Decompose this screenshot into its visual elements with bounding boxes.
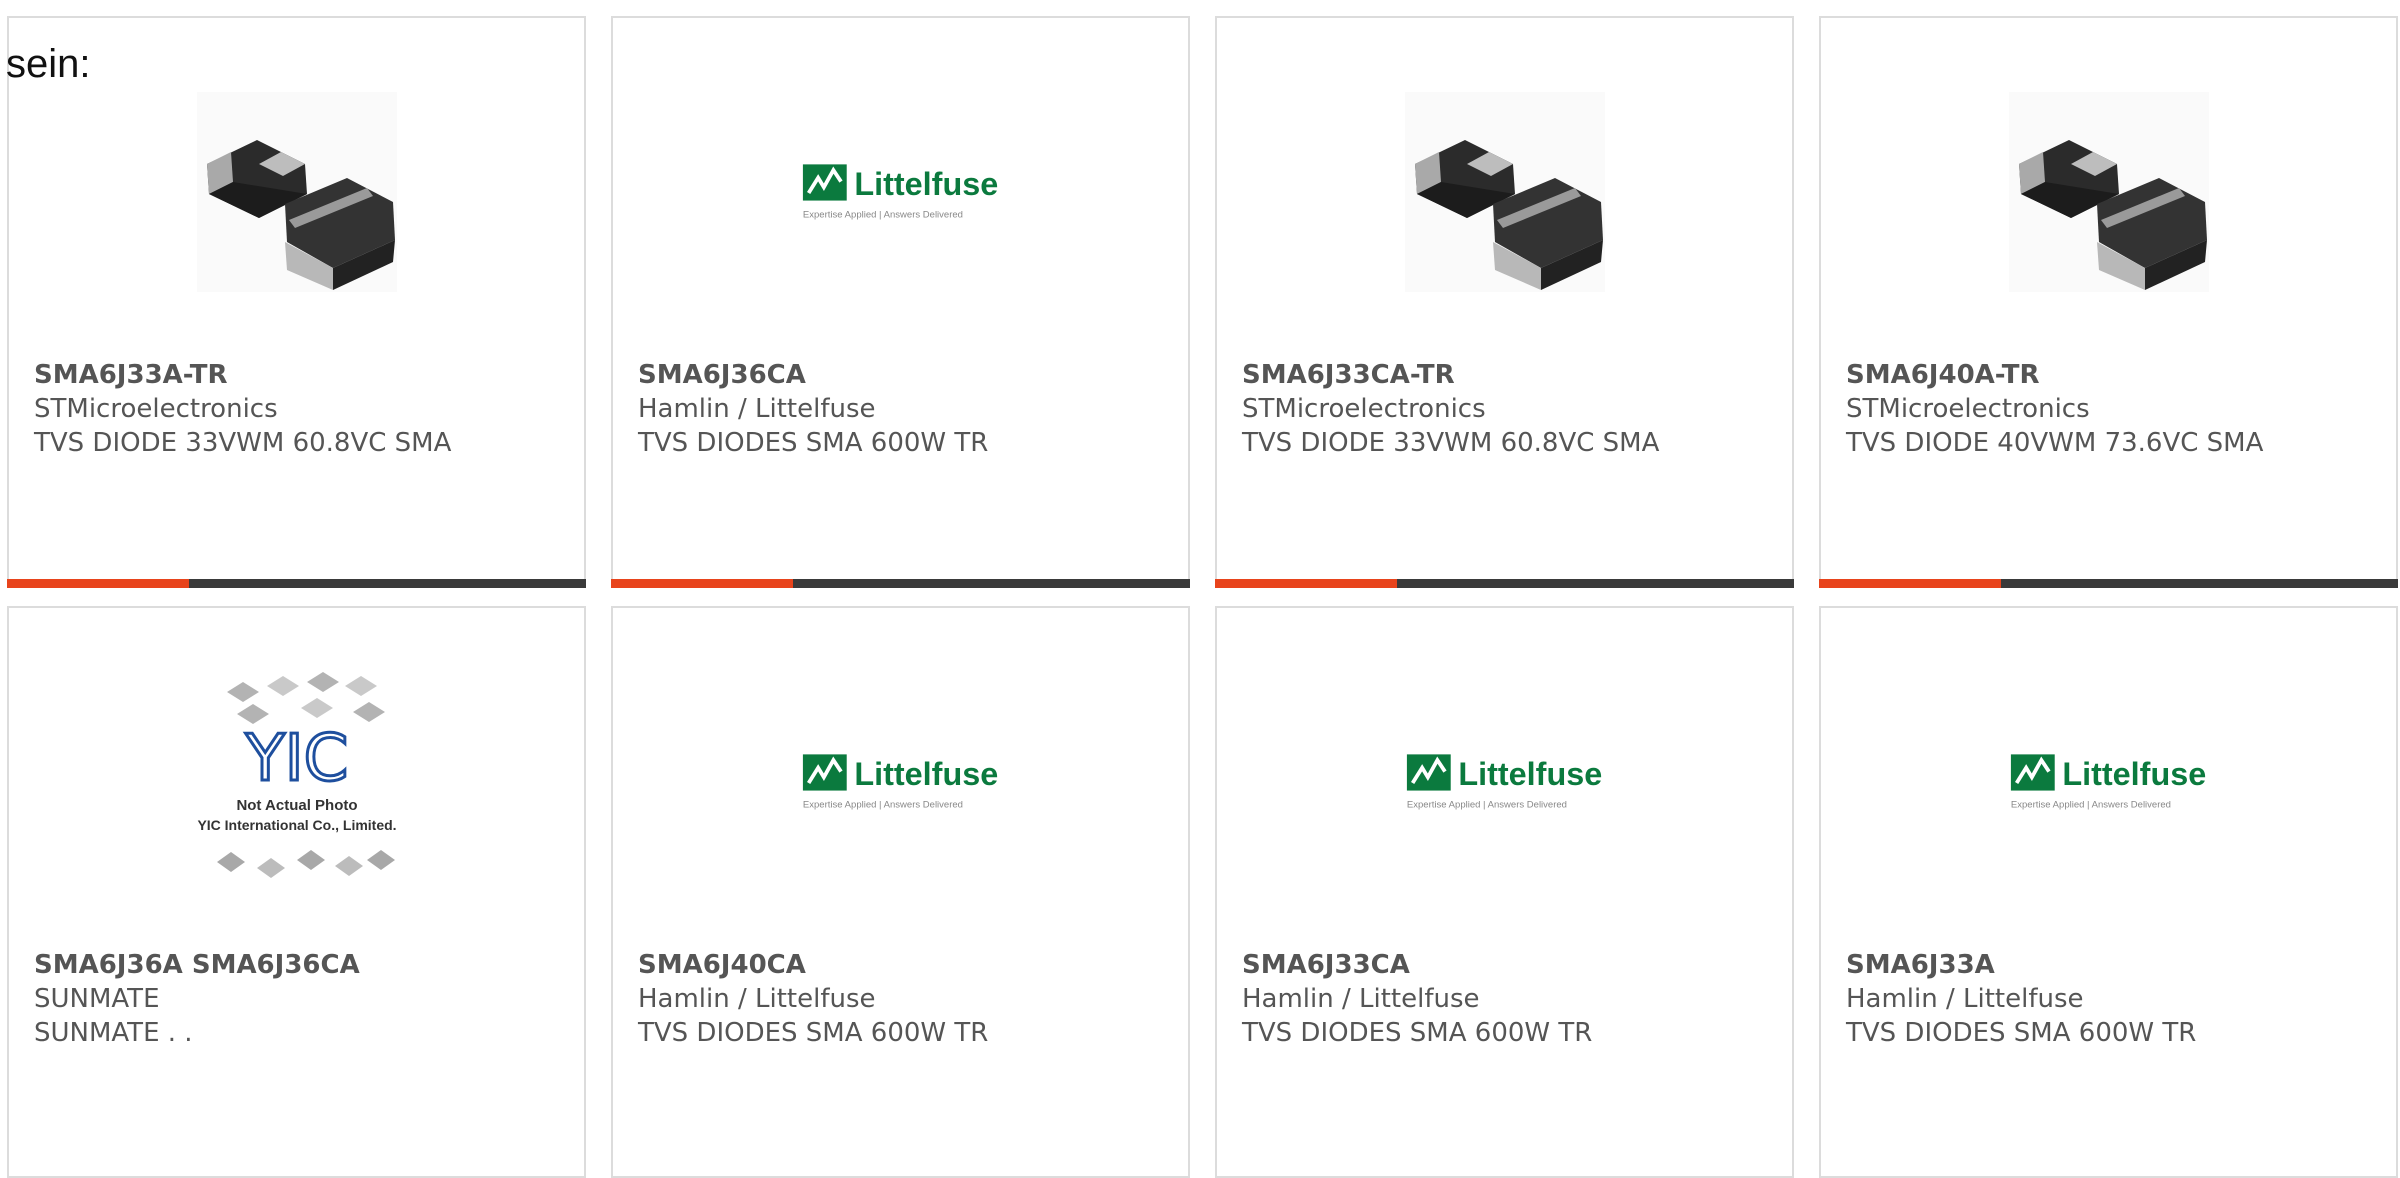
diode-photo-icon [2008, 92, 2209, 292]
product-card[interactable]: SMA6J33A-TR STMicroelectronics TVS DIODE… [7, 16, 586, 588]
product-info: SMA6J36A SMA6J36CA SUNMATE SUNMATE . . [34, 948, 564, 1050]
svg-text:Littelfuse: Littelfuse [854, 166, 998, 202]
svg-text:YIC: YIC [244, 722, 348, 796]
intro-text: sein: [6, 42, 91, 86]
product-image: Littelfuse Expertise Applied | Answers De… [2009, 672, 2209, 892]
manufacturer: Hamlin / Littelfuse [1846, 984, 2084, 1014]
card-accent-bar [7, 579, 189, 588]
product-info: SMA6J33A-TR STMicroelectronics TVS DIODE… [34, 358, 564, 460]
description: SUNMATE . . [34, 1018, 193, 1048]
description: TVS DIODE 33VWM 60.8VC SMA [34, 428, 452, 458]
diode-photo-icon [196, 92, 397, 292]
svg-text:Littelfuse: Littelfuse [1458, 756, 1602, 792]
part-number[interactable]: SMA6J33CA-TR [1242, 358, 1772, 392]
card-bottom-bar [611, 579, 1190, 588]
svg-text:Expertise Applied | Answers: Expertise Applied | Answers Delivered [802, 800, 962, 811]
product-grid: SMA6J33A-TR STMicroelectronics TVS DIODE… [7, 16, 2398, 1178]
card-bottom-bar [7, 579, 586, 588]
manufacturer: Hamlin / Littelfuse [1242, 984, 1480, 1014]
product-info: SMA6J33A Hamlin / Littelfuse TVS DIODES … [1846, 948, 2376, 1050]
part-number[interactable]: SMA6J36CA [638, 358, 1168, 392]
diode-photo-icon [1404, 92, 1605, 292]
part-number[interactable]: SMA6J33A-TR [34, 358, 564, 392]
manufacturer: STMicroelectronics [1846, 394, 2090, 424]
product-info: SMA6J36CA Hamlin / Littelfuse TVS DIODES… [638, 358, 1168, 460]
svg-text:Expertise Applied | Answers: Expertise Applied | Answers Delivered [802, 210, 962, 221]
product-image [196, 82, 397, 302]
littelfuse-logo-icon: Littelfuse Expertise Applied | Answers De… [802, 754, 998, 811]
card-accent-bar [1215, 579, 1397, 588]
product-image [2008, 82, 2209, 302]
svg-text:YIC International Co., Limited: YIC International Co., Limited. [197, 817, 396, 833]
yic-placeholder-icon: YICNot Actual Photo YIC International Co.… [197, 672, 396, 878]
product-card[interactable]: Littelfuse Expertise Applied | Answers De… [611, 606, 1190, 1178]
product-card[interactable]: YIC Not Actual Photo YIC International Co.… [7, 606, 586, 1178]
description: TVS DIODES SMA 600W TR [1846, 1018, 2197, 1048]
part-number[interactable]: SMA6J40CA [638, 948, 1168, 982]
product-info: SMA6J40CA Hamlin / Littelfuse TVS DIODES… [638, 948, 1168, 1050]
description: TVS DIODE 40VWM 73.6VC SMA [1846, 428, 2264, 458]
littelfuse-logo-icon: Littelfuse Expertise Applied | Answers De… [802, 164, 998, 221]
product-card[interactable]: Littelfuse Expertise Applied | Answers De… [611, 16, 1190, 588]
part-number[interactable]: SMA6J33CA [1242, 948, 1772, 982]
product-image [1404, 82, 1605, 302]
product-image: YIC Not Actual Photo YIC International Co.… [197, 672, 397, 892]
manufacturer: Hamlin / Littelfuse [638, 394, 876, 424]
manufacturer: SUNMATE [34, 984, 160, 1014]
card-bottom-bar [1215, 579, 1794, 588]
manufacturer: Hamlin / Littelfuse [638, 984, 876, 1014]
svg-text:Expertise Applied | Answers: Expertise Applied | Answers Delivered [2010, 800, 2170, 811]
manufacturer: STMicroelectronics [34, 394, 278, 424]
product-card[interactable]: SMA6J40A-TR STMicroelectronics TVS DIODE… [1819, 16, 2398, 588]
product-image: Littelfuse Expertise Applied | Answers De… [801, 82, 1001, 302]
description: TVS DIODES SMA 600W TR [638, 1018, 989, 1048]
product-image: Littelfuse Expertise Applied | Answers De… [1405, 672, 1605, 892]
product-card[interactable]: Littelfuse Expertise Applied | Answers De… [1819, 606, 2398, 1178]
product-card[interactable]: Littelfuse Expertise Applied | Answers De… [1215, 606, 1794, 1178]
card-accent-bar [1819, 579, 2001, 588]
part-number[interactable]: SMA6J36A SMA6J36CA [34, 948, 564, 982]
product-info: SMA6J33CA-TR STMicroelectronics TVS DIOD… [1242, 358, 1772, 460]
part-number[interactable]: SMA6J40A-TR [1846, 358, 2376, 392]
card-accent-bar [611, 579, 793, 588]
description: TVS DIODES SMA 600W TR [638, 428, 989, 458]
svg-text:Expertise Applied | Answers: Expertise Applied | Answers Delivered [1406, 800, 1566, 811]
svg-text:Littelfuse: Littelfuse [2062, 756, 2206, 792]
description: TVS DIODES SMA 600W TR [1242, 1018, 1593, 1048]
product-info: SMA6J33CA Hamlin / Littelfuse TVS DIODES… [1242, 948, 1772, 1050]
manufacturer: STMicroelectronics [1242, 394, 1486, 424]
product-card[interactable]: SMA6J33CA-TR STMicroelectronics TVS DIOD… [1215, 16, 1794, 588]
part-number[interactable]: SMA6J33A [1846, 948, 2376, 982]
svg-text:Littelfuse: Littelfuse [854, 756, 998, 792]
product-image: Littelfuse Expertise Applied | Answers De… [801, 672, 1001, 892]
card-bottom-bar [1819, 579, 2398, 588]
littelfuse-logo-icon: Littelfuse Expertise Applied | Answers De… [2010, 754, 2206, 811]
svg-text:Not Actual Photo: Not Actual Photo [236, 797, 357, 814]
product-info: SMA6J40A-TR STMicroelectronics TVS DIODE… [1846, 358, 2376, 460]
littelfuse-logo-icon: Littelfuse Expertise Applied | Answers De… [1406, 754, 1602, 811]
description: TVS DIODE 33VWM 60.8VC SMA [1242, 428, 1660, 458]
